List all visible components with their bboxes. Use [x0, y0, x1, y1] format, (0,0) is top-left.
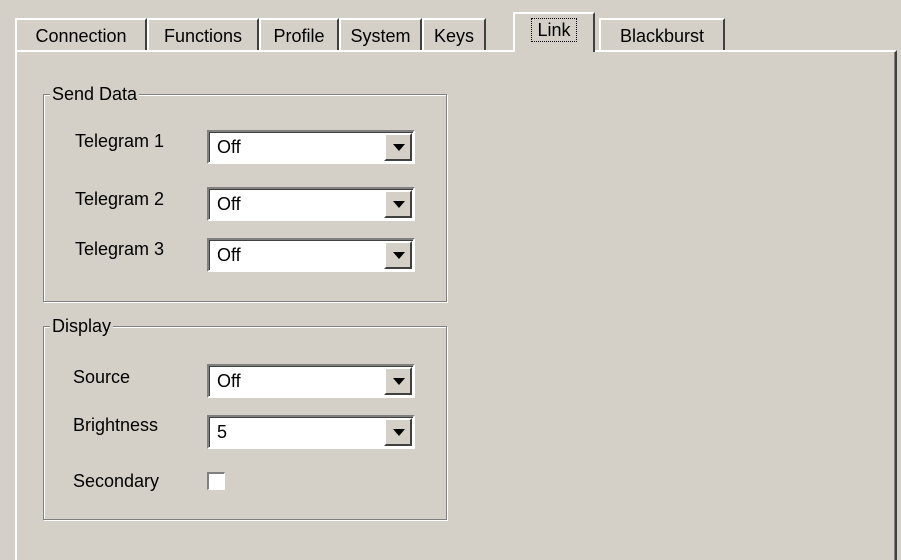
- display-group: Display Source Off Brightness 5 Secondar…: [43, 314, 447, 520]
- chevron-down-icon: [393, 201, 405, 208]
- brightness-value: 5: [217, 422, 228, 442]
- telegram-2-value: Off: [217, 194, 241, 214]
- source-value: Off: [217, 371, 241, 391]
- telegram-1-select[interactable]: Off: [207, 130, 415, 164]
- dropdown-button[interactable]: [384, 190, 412, 218]
- chevron-down-icon: [393, 429, 405, 436]
- telegram-2-select[interactable]: Off: [207, 187, 415, 221]
- tab-system[interactable]: System: [339, 18, 422, 50]
- telegram-3-value: Off: [217, 245, 241, 265]
- tab-panel: Send Data Telegram 1 Off Telegram 2 Off …: [15, 50, 897, 560]
- brightness-select[interactable]: 5: [207, 415, 415, 449]
- telegram-3-select[interactable]: Off: [207, 238, 415, 272]
- tab-label: Keys: [433, 26, 475, 46]
- tab-keys[interactable]: Keys: [422, 18, 486, 50]
- source-label: Source: [73, 367, 131, 387]
- send-data-group: Send Data Telegram 1 Off Telegram 2 Off …: [43, 82, 447, 302]
- send-data-title: Send Data: [50, 82, 140, 106]
- tab-functions[interactable]: Functions: [147, 18, 259, 50]
- telegram-1-label: Telegram 1: [75, 131, 165, 151]
- brightness-label: Brightness: [73, 415, 159, 435]
- source-select[interactable]: Off: [207, 364, 415, 398]
- secondary-checkbox[interactable]: [207, 472, 225, 490]
- secondary-label: Secondary: [73, 471, 160, 491]
- tab-label: Profile: [273, 26, 325, 46]
- dropdown-button[interactable]: [384, 418, 412, 446]
- tab-label: Blackburst: [619, 26, 705, 46]
- telegram-3-label: Telegram 3: [75, 239, 165, 259]
- tab-link[interactable]: Link: [513, 12, 595, 52]
- tab-label: System: [350, 26, 411, 46]
- tab-connection[interactable]: Connection: [15, 18, 147, 50]
- display-title: Display: [50, 314, 114, 338]
- tab-label: Link: [531, 18, 577, 42]
- dropdown-button[interactable]: [384, 133, 412, 161]
- telegram-2-label: Telegram 2: [75, 189, 165, 209]
- dropdown-button[interactable]: [384, 241, 412, 269]
- tab-profile[interactable]: Profile: [259, 18, 339, 50]
- telegram-1-value: Off: [217, 137, 241, 157]
- chevron-down-icon: [393, 378, 405, 385]
- chevron-down-icon: [393, 144, 405, 151]
- tab-label: Functions: [163, 26, 243, 46]
- dropdown-button[interactable]: [384, 367, 412, 395]
- tab-blackburst[interactable]: Blackburst: [599, 18, 725, 50]
- chevron-down-icon: [393, 252, 405, 259]
- tab-label: Connection: [35, 26, 127, 46]
